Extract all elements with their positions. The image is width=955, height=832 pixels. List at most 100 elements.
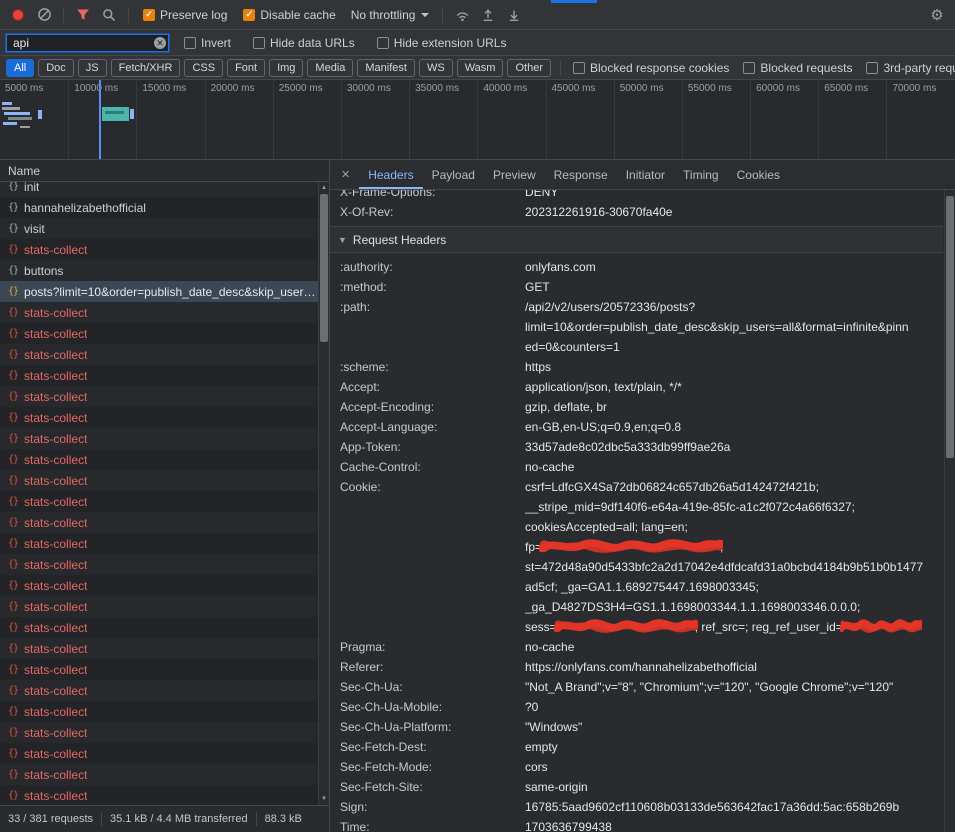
header-value-line: no-cache <box>525 457 943 477</box>
type-filter-media[interactable]: Media <box>307 59 353 77</box>
request-row[interactable]: {}stats-collect <box>0 617 329 638</box>
header-row: X-Of-Rev: 202312261916-30670fa40e <box>330 202 943 222</box>
header-row: Pragma:no-cache <box>330 637 943 657</box>
request-label: stats-collect <box>24 348 87 362</box>
throttling-dropdown[interactable]: No throttling <box>351 8 430 22</box>
request-row[interactable]: {}stats-collect <box>0 491 329 512</box>
request-row[interactable]: {}stats-collect <box>0 659 329 680</box>
request-row[interactable]: {}stats-collect <box>0 764 329 785</box>
request-row[interactable]: {}stats-collect <box>0 533 329 554</box>
checkbox-3rd-party-requests[interactable]: 3rd-party requests <box>866 61 955 75</box>
timeline-overview[interactable]: 5000 ms10000 ms15000 ms20000 ms25000 ms3… <box>0 80 955 160</box>
type-filter-all[interactable]: All <box>6 59 34 77</box>
tab-cookies[interactable]: Cookies <box>728 160 789 189</box>
hide-extension-urls-checkbox[interactable]: Hide extension URLs <box>377 36 507 50</box>
request-row[interactable]: {}stats-collect <box>0 428 329 449</box>
scroll-up-icon[interactable]: ▲ <box>319 183 329 193</box>
waterfall-bar <box>20 126 30 128</box>
hide-data-urls-checkbox[interactable]: Hide data URLs <box>253 36 355 50</box>
header-name: App-Token: <box>330 437 525 457</box>
tab-initiator[interactable]: Initiator <box>617 160 674 189</box>
request-row[interactable]: {}stats-collect <box>0 575 329 596</box>
close-icon[interactable]: ✕ <box>332 168 359 181</box>
script-icon: {} <box>8 580 18 591</box>
request-row[interactable]: {}stats-collect <box>0 722 329 743</box>
scrollbar-thumb[interactable] <box>320 194 328 342</box>
checkbox-label: Blocked requests <box>760 61 852 75</box>
request-row[interactable]: {}init <box>0 182 329 197</box>
disable-cache-checkbox[interactable]: Disable cache <box>243 8 335 22</box>
scroll-down-icon[interactable]: ▼ <box>319 794 329 804</box>
name-column-header[interactable]: Name <box>0 160 329 182</box>
type-filter-ws[interactable]: WS <box>419 59 453 77</box>
script-icon: {} <box>8 328 18 339</box>
search-button[interactable] <box>97 3 121 27</box>
timeline-tick: 40000 ms <box>477 80 545 159</box>
tab-response[interactable]: Response <box>545 160 617 189</box>
request-row[interactable]: {}stats-collect <box>0 344 329 365</box>
header-name: Cookie: <box>330 477 525 497</box>
request-row[interactable]: {}posts?limit=10&order=publish_date_desc… <box>0 281 329 302</box>
request-row[interactable]: {}hannahelizabethofficial <box>0 197 329 218</box>
checkbox-blocked-response-cookies[interactable]: Blocked response cookies <box>573 61 729 75</box>
script-icon: {} <box>8 538 18 549</box>
request-row[interactable]: {}stats-collect <box>0 596 329 617</box>
checkbox-blocked-requests[interactable]: Blocked requests <box>743 61 852 75</box>
request-row[interactable]: {}stats-collect <box>0 470 329 491</box>
header-value-line: sess=; ref_src=; reg_ref_user_id= <box>525 617 943 637</box>
export-har-button[interactable] <box>502 3 526 27</box>
record-button[interactable] <box>6 3 30 27</box>
clear-filter-icon[interactable]: ✕ <box>154 37 166 49</box>
type-filter-manifest[interactable]: Manifest <box>357 59 415 77</box>
header-row: Sec-Ch-Ua:"Not_A Brand";v="8", "Chromium… <box>330 677 943 697</box>
filter-input[interactable] <box>6 34 169 52</box>
header-value: /api2/v2/users/20572336/posts?limit=10&o… <box>525 297 943 357</box>
request-row[interactable]: {}visit <box>0 218 329 239</box>
tab-timing[interactable]: Timing <box>674 160 728 189</box>
request-row[interactable]: {}stats-collect <box>0 386 329 407</box>
header-row: Cache-Control:no-cache <box>330 457 943 477</box>
type-filter-img[interactable]: Img <box>269 59 303 77</box>
header-value-line: same-origin <box>525 777 943 797</box>
request-row[interactable]: {}stats-collect <box>0 680 329 701</box>
request-row[interactable]: {}stats-collect <box>0 554 329 575</box>
header-value-line: ed=0&counters=1 <box>525 337 943 357</box>
request-row[interactable]: {}stats-collect <box>0 638 329 659</box>
header-value: cors <box>525 757 943 777</box>
request-row[interactable]: {}stats-collect <box>0 407 329 428</box>
request-row[interactable]: {}stats-collect <box>0 743 329 764</box>
type-filter-css[interactable]: CSS <box>184 59 223 77</box>
request-headers-section[interactable]: ▼ Request Headers <box>330 227 943 253</box>
request-row[interactable]: {}stats-collect <box>0 449 329 470</box>
request-row[interactable]: {}stats-collect <box>0 512 329 533</box>
network-conditions-button[interactable] <box>450 3 474 27</box>
request-list-scrollbar[interactable]: ▲ ▼ <box>318 182 329 805</box>
import-har-button[interactable] <box>476 3 500 27</box>
type-filter-js[interactable]: JS <box>78 59 107 77</box>
type-filter-fetch-xhr[interactable]: Fetch/XHR <box>111 59 181 77</box>
request-row[interactable]: {}stats-collect <box>0 239 329 260</box>
scrollbar-thumb[interactable] <box>946 196 954 458</box>
type-filter-font[interactable]: Font <box>227 59 265 77</box>
type-filter-doc[interactable]: Doc <box>38 59 74 77</box>
request-row[interactable]: {}stats-collect <box>0 785 329 805</box>
tab-payload[interactable]: Payload <box>423 160 484 189</box>
detail-scrollbar[interactable] <box>944 190 955 832</box>
preserve-log-checkbox[interactable]: Preserve log <box>143 8 227 22</box>
filter-button[interactable] <box>71 3 95 27</box>
clear-log-button[interactable] <box>32 3 56 27</box>
tab-preview[interactable]: Preview <box>484 160 545 189</box>
request-row[interactable]: {}stats-collect <box>0 323 329 344</box>
settings-button[interactable]: ⚙ <box>925 3 949 27</box>
type-filter-wasm[interactable]: Wasm <box>457 59 504 77</box>
type-filter-other[interactable]: Other <box>507 59 551 77</box>
header-value-line: no-cache <box>525 637 943 657</box>
tab-headers[interactable]: Headers <box>359 160 422 189</box>
request-label: visit <box>24 222 45 236</box>
request-row[interactable]: {}stats-collect <box>0 701 329 722</box>
invert-checkbox[interactable]: Invert <box>184 36 231 50</box>
request-row[interactable]: {}stats-collect <box>0 302 329 323</box>
request-row[interactable]: {}buttons <box>0 260 329 281</box>
header-row: Accept-Encoding:gzip, deflate, br <box>330 397 943 417</box>
request-row[interactable]: {}stats-collect <box>0 365 329 386</box>
